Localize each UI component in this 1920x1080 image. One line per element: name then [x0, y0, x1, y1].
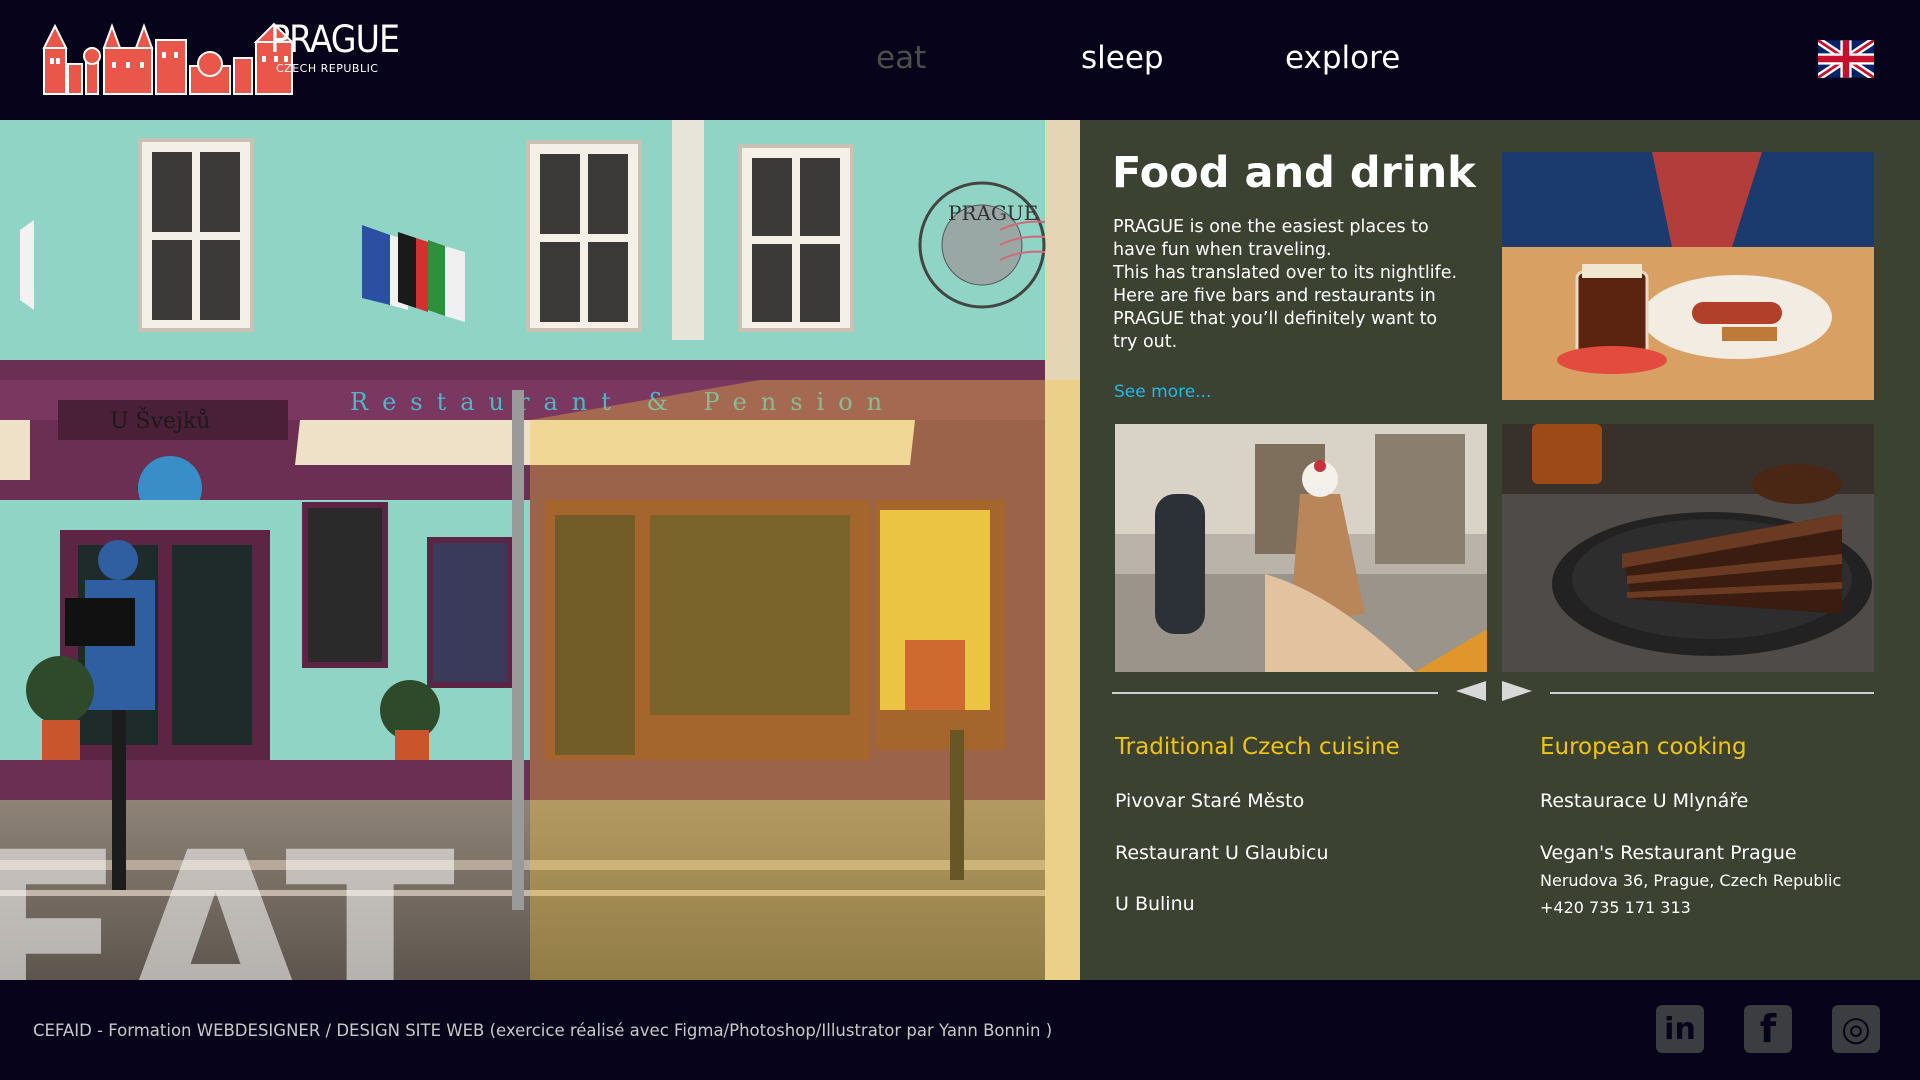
- carousel-next-button[interactable]: [1502, 681, 1532, 701]
- linkedin-icon[interactable]: in: [1656, 1005, 1704, 1053]
- trdelnik-photo[interactable]: [1115, 424, 1487, 672]
- intro-line: PRAGUE that you’ll definitely want to: [1113, 309, 1438, 329]
- hero-overlay-word: EAT: [0, 799, 455, 981]
- category-title-traditional: Traditional Czech cuisine: [1115, 734, 1400, 760]
- intro-line: Here are five bars and restaurants in: [1113, 286, 1436, 306]
- nav-explore[interactable]: explore: [1285, 40, 1400, 76]
- nav-eat[interactable]: eat: [876, 40, 926, 76]
- site-header: PRAGUE CZECH REPUBLIC eat sleep explore: [0, 0, 1920, 120]
- see-more-link[interactable]: See more...: [1114, 382, 1211, 402]
- beer-sausage-photo[interactable]: [1502, 152, 1874, 400]
- carousel-prev-button[interactable]: [1456, 681, 1486, 701]
- intro-line: try out.: [1113, 332, 1178, 352]
- nav-sleep[interactable]: sleep: [1081, 40, 1164, 76]
- panel-title: Food and drink: [1112, 148, 1476, 198]
- hero-image: PRAGUE Restaurant & Pension U Švejků EAT: [0, 120, 1080, 980]
- restaurant-link[interactable]: Restaurace U Mlynáře: [1540, 790, 1748, 812]
- carousel-divider-right: [1550, 692, 1874, 694]
- restaurant-link[interactable]: Restaurant U Glaubicu: [1115, 842, 1329, 864]
- logo-subtitle: CZECH REPUBLIC: [276, 62, 379, 75]
- restaurant-link[interactable]: Vegan's Restaurant Prague: [1540, 842, 1797, 864]
- intro-line: have fun when traveling.: [1113, 240, 1332, 260]
- restaurant-address: Nerudova 36, Prague, Czech Republic: [1540, 871, 1842, 890]
- chocolate-cake-photo[interactable]: [1502, 424, 1874, 672]
- restaurant-link[interactable]: U Bulinu: [1115, 893, 1195, 915]
- stamp-text: PRAGUE: [948, 201, 1038, 225]
- uk-flag-icon[interactable]: [1818, 40, 1874, 78]
- carousel-divider-left: [1112, 692, 1438, 694]
- facebook-icon[interactable]: f: [1744, 1005, 1792, 1053]
- restaurant-phone: +420 735 171 313: [1540, 898, 1691, 917]
- restaurant-sign-text: U Švejků: [110, 407, 210, 434]
- intro-line: PRAGUE is one the easiest places to: [1113, 217, 1429, 237]
- food-and-drink-panel: Food and drink PRAGUE is one the easiest…: [1080, 120, 1920, 980]
- footer-credit: CEFAID - Formation WEBDESIGNER / DESIGN …: [33, 1021, 1053, 1040]
- intro-line: This has translated over to its nightlif…: [1113, 263, 1458, 283]
- restaurant-link[interactable]: Pivovar Staré Město: [1115, 790, 1304, 812]
- panel-intro: PRAGUE is one the easiest places to have…: [1113, 216, 1488, 354]
- logo-title: PRAGUE: [270, 18, 400, 61]
- category-title-european: European cooking: [1540, 734, 1747, 760]
- instagram-icon[interactable]: ◎: [1832, 1005, 1880, 1053]
